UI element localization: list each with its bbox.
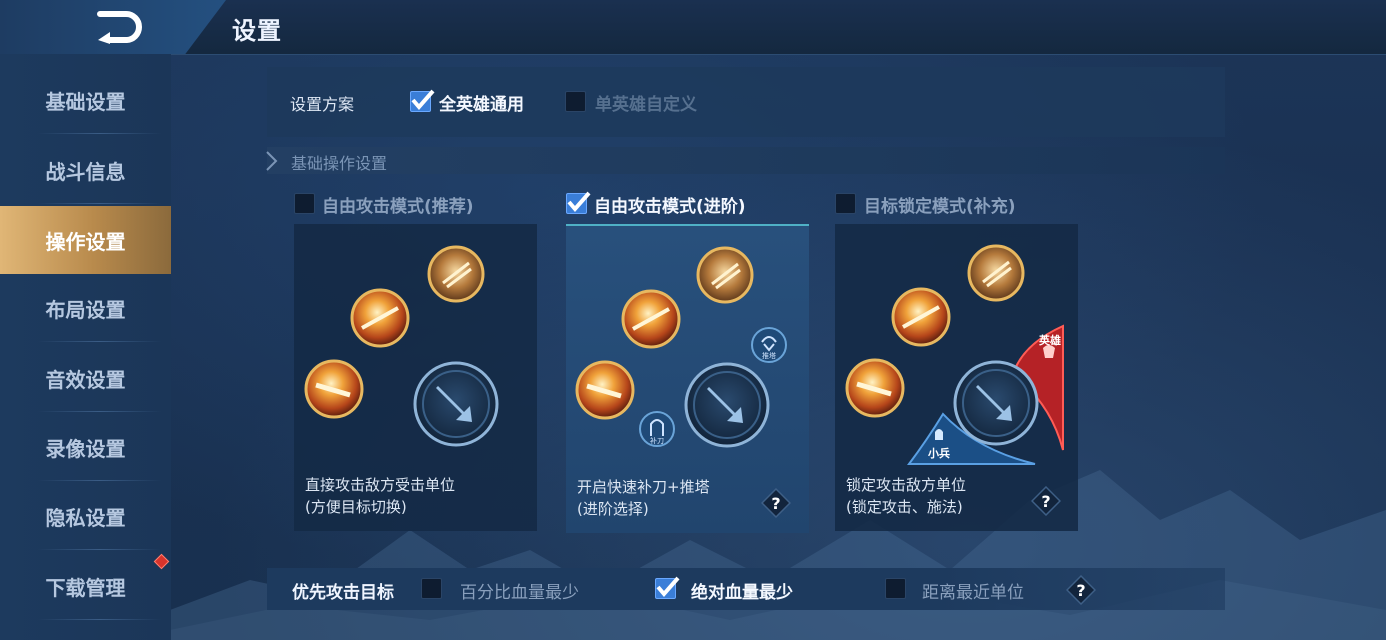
- checkbox-single-hero[interactable]: [565, 91, 586, 112]
- sidebar-item-label: 布局设置: [45, 297, 126, 322]
- desc-line-1: 直接攻击敌方受击单位: [305, 476, 456, 494]
- checkbox-mode-target-lock[interactable]: [835, 193, 856, 214]
- page-title: 设置: [232, 17, 282, 45]
- sidebar-item-label: 战斗信息: [45, 159, 126, 184]
- checkbox-all-heroes[interactable]: [410, 89, 435, 112]
- mode-label-free-recommended[interactable]: 自由攻击模式(推荐): [322, 192, 474, 217]
- hero-skill-icon: [696, 246, 754, 304]
- sidebar-item-label: 隐私设置: [45, 505, 126, 530]
- sidebar-item-label: 音效设置: [45, 367, 126, 392]
- notification-dot: [153, 553, 170, 570]
- hero-skill-icon: [427, 245, 485, 303]
- section-title: 基础操作设置: [291, 154, 388, 173]
- card-description: 直接攻击敌方受击单位 (方便目标切换): [305, 474, 455, 518]
- help-icon[interactable]: ?: [1031, 486, 1061, 516]
- scheme-row: 设置方案 全英雄通用 单英雄自定义: [267, 67, 1225, 137]
- sidebar-item-basic-settings[interactable]: 基础设置: [0, 66, 171, 134]
- mode-label-target-lock[interactable]: 目标锁定模式(补充): [864, 192, 1016, 217]
- help-glyph: ?: [771, 494, 780, 513]
- tower-push-icon: 推塔: [751, 327, 787, 363]
- sidebar-item-replay-settings[interactable]: 录像设置: [0, 413, 171, 481]
- sidebar-item-sound-settings[interactable]: 音效设置: [0, 344, 171, 412]
- skill-one-icon: [845, 358, 905, 418]
- sidebar-item-layout-settings[interactable]: 布局设置: [0, 274, 171, 342]
- priority-label: 优先攻击目标: [292, 583, 394, 603]
- sidebar-item-label: 录像设置: [45, 436, 126, 461]
- card-description: 开启快速补刀+推塔 (进阶选择): [577, 476, 710, 520]
- mode-card-target-lock[interactable]: 英雄 小兵 锁定攻击敌方单位 (锁定攻击、施法) ?: [835, 224, 1078, 531]
- desc-line-1: 开启快速补刀+推塔: [577, 478, 710, 496]
- priority-row: 优先攻击目标 百分比血量最少 绝对血量最少 距离最近单位 ?: [267, 568, 1225, 610]
- back-button[interactable]: [94, 10, 146, 44]
- desc-line-2: (进阶选择): [577, 500, 649, 518]
- sidebar-item-label: 基础设置: [45, 89, 126, 114]
- checkbox-lowest-percent-hp[interactable]: [421, 578, 442, 599]
- skill-two-icon: [891, 287, 951, 347]
- skill-two-icon: [621, 289, 681, 349]
- check-icon: [656, 576, 680, 598]
- sidebar: 基础设置 战斗信息 操作设置 布局设置 音效设置 录像设置 隐私设置 下载管理: [0, 54, 171, 640]
- checkbox-nearest-unit[interactable]: [885, 578, 906, 599]
- hero-tab-text: 英雄: [1038, 333, 1061, 347]
- top-bar: 设置: [0, 0, 1386, 55]
- mode-card-free-recommended[interactable]: 直接攻击敌方受击单位 (方便目标切换): [294, 224, 537, 531]
- attack-sword-icon: [684, 362, 770, 448]
- help-icon[interactable]: ?: [1066, 575, 1096, 605]
- check-icon: [411, 89, 435, 111]
- desc-line-1: 锁定攻击敌方单位: [846, 476, 967, 494]
- option-nearest-unit[interactable]: 距离最近单位: [922, 578, 1024, 603]
- help-glyph: ?: [1076, 581, 1085, 600]
- help-icon[interactable]: ?: [761, 488, 791, 518]
- attack-sword-icon: [953, 360, 1039, 446]
- option-all-heroes[interactable]: 全英雄通用: [439, 90, 524, 115]
- sidebar-item-label: 下载管理: [45, 575, 126, 600]
- last-hit-icon: 补刀: [639, 411, 675, 447]
- sidebar-item-battle-info[interactable]: 战斗信息: [0, 136, 171, 204]
- badge-top-text: 推塔: [762, 351, 776, 360]
- desc-line-2: (方便目标切换): [305, 498, 407, 516]
- sidebar-item-privacy-settings[interactable]: 隐私设置: [0, 482, 171, 550]
- section-header: 基础操作设置: [266, 147, 1225, 174]
- sidebar-item-label: 操作设置: [45, 229, 126, 254]
- badge-bottom-text: 补刀: [650, 436, 664, 445]
- minion-tab-text: 小兵: [927, 446, 950, 460]
- sidebar-item-control-settings[interactable]: 操作设置: [0, 206, 171, 274]
- checkbox-mode-free-recommended[interactable]: [294, 193, 315, 214]
- back-arrow-icon: [96, 11, 142, 44]
- scheme-label: 设置方案: [290, 95, 355, 114]
- sidebar-item-download-manager[interactable]: 下载管理: [0, 552, 171, 620]
- desc-line-2: (锁定攻击、施法): [846, 498, 963, 516]
- card-description: 锁定攻击敌方单位 (锁定攻击、施法): [846, 474, 966, 518]
- chevron-right-icon: [266, 151, 278, 171]
- option-single-hero[interactable]: 单英雄自定义: [595, 90, 697, 115]
- mode-card-free-advanced[interactable]: 推塔 补刀 开启快速补刀+推塔 (进阶选择) ?: [566, 224, 809, 533]
- mode-label-free-advanced[interactable]: 自由攻击模式(进阶): [594, 192, 746, 217]
- option-lowest-absolute-hp[interactable]: 绝对血量最少: [691, 578, 793, 603]
- checkbox-mode-free-advanced[interactable]: [566, 191, 591, 214]
- checkbox-lowest-absolute-hp[interactable]: [655, 576, 680, 599]
- skill-two-icon: [350, 288, 410, 348]
- hero-skill-icon: [967, 244, 1025, 302]
- help-glyph: ?: [1041, 492, 1050, 511]
- option-lowest-percent-hp[interactable]: 百分比血量最少: [460, 578, 579, 603]
- attack-sword-icon: [413, 361, 499, 447]
- skill-one-icon: [575, 360, 635, 420]
- skill-one-icon: [304, 359, 364, 419]
- check-icon: [567, 191, 591, 213]
